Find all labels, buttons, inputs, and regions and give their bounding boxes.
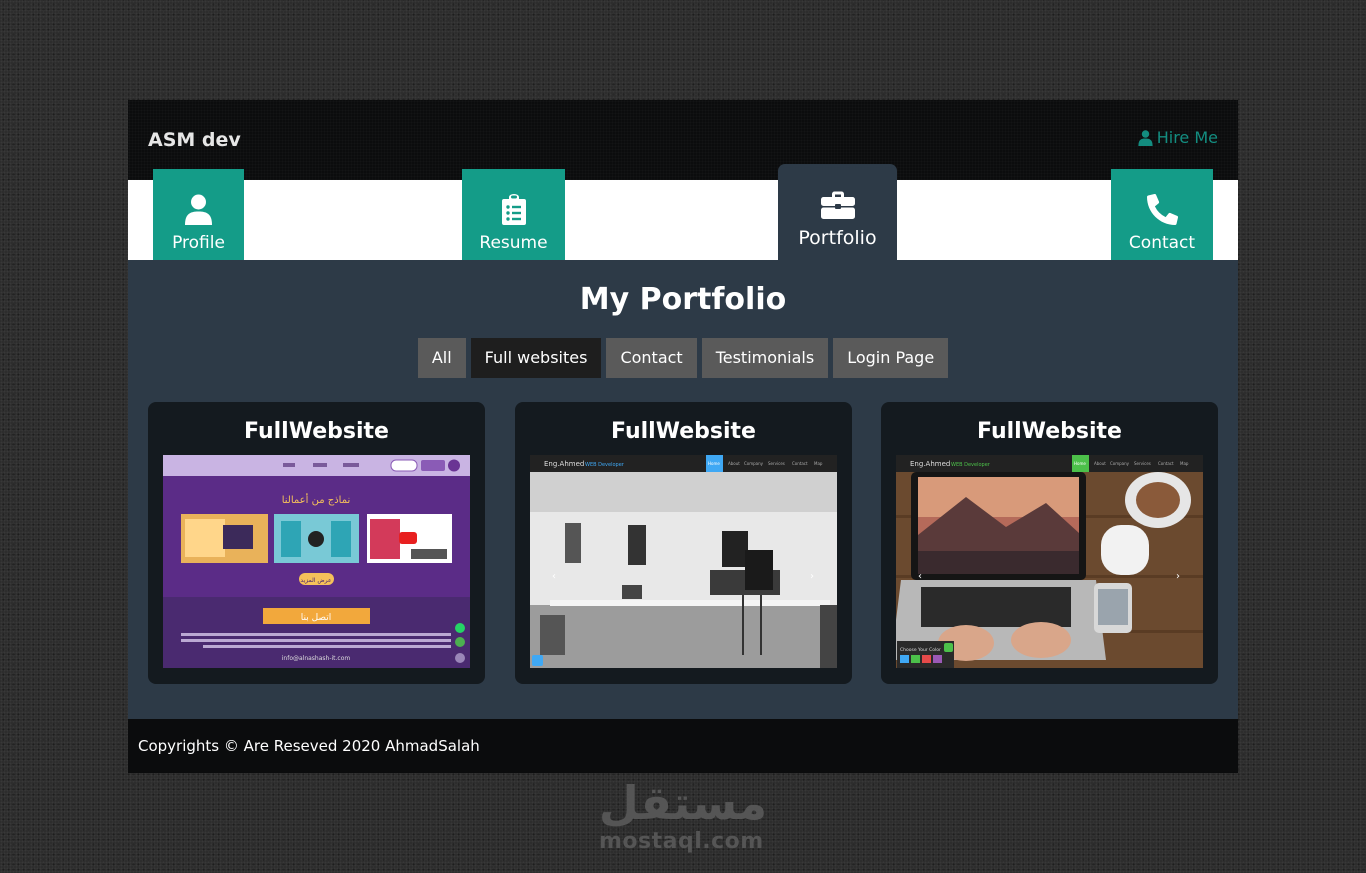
- user-icon: [185, 194, 212, 225]
- filter-testimonials[interactable]: Testimonials: [701, 338, 829, 378]
- preview-nav-company: Company: [1110, 461, 1130, 466]
- preview-nav-about: About: [1094, 461, 1106, 466]
- filter-full-websites[interactable]: Full websites: [470, 338, 602, 378]
- nav-tab-contact[interactable]: Contact: [1111, 169, 1213, 271]
- mostaql-logo: مستقل: [601, 777, 766, 827]
- preview-nav-contact: Contact: [1158, 461, 1174, 466]
- portfolio-card[interactable]: FullWebsite نماذج من أعمالنا عرض المزيد …: [148, 402, 485, 684]
- mostaql-watermark: مستقل mostaql.com: [583, 773, 783, 863]
- filter-login-page[interactable]: Login Page: [833, 338, 949, 378]
- preview-more: عرض المزيد: [300, 577, 331, 584]
- header: ASM dev Hire Me: [128, 100, 1238, 180]
- filter-bar: All Full websites Contact Testimonials L…: [128, 338, 1238, 378]
- nav-tab-label: Contact: [1128, 233, 1196, 253]
- preview-heading: نماذج من أعمالنا: [282, 493, 351, 506]
- main-nav: Profile Resume Portfolio Contact: [128, 164, 1238, 271]
- carousel-next-icon[interactable]: ›: [810, 571, 814, 582]
- preview-nav-services: Services: [1134, 461, 1151, 466]
- project-thumbnail[interactable]: Eng.Ahmed WEB Developer Home About Compa…: [530, 455, 837, 668]
- preview-brand-sub: WEB Developer: [585, 462, 625, 468]
- preview-brand: Eng.Ahmed: [910, 460, 950, 468]
- project-thumbnail[interactable]: Eng.Ahmed WEB Developer Home About Compa…: [896, 455, 1203, 668]
- project-thumbnail[interactable]: نماذج من أعمالنا عرض المزيد اتصل بنا inf…: [163, 455, 470, 668]
- project-screenshot: Eng.Ahmed WEB Developer Home About Compa…: [530, 455, 837, 668]
- filter-all[interactable]: All: [417, 338, 466, 378]
- nav-tab-resume[interactable]: Resume: [462, 169, 565, 271]
- preview-nav-about: About: [728, 461, 740, 466]
- hire-me-link[interactable]: Hire Me: [1138, 128, 1218, 147]
- preview-nav-map: Map: [1180, 461, 1189, 466]
- project-screenshot: نماذج من أعمالنا عرض المزيد اتصل بنا inf…: [163, 455, 470, 668]
- nav-tab-profile[interactable]: Profile: [153, 169, 244, 271]
- portfolio-card[interactable]: FullWebsite Eng.Ahmed WEB Developer Home…: [881, 402, 1218, 684]
- clipboard-list-icon: [501, 194, 526, 225]
- preview-email: info@alnashash-it.com: [282, 655, 351, 662]
- preview-nav-contact: Contact: [792, 461, 808, 466]
- preview-color-box: Choose Your Color: [900, 647, 941, 653]
- phone-icon: [1146, 194, 1178, 225]
- carousel-prev-icon[interactable]: ‹: [552, 571, 556, 582]
- nav-tab-portfolio[interactable]: Portfolio: [778, 164, 897, 261]
- copyright-text: Copyrights © Are Reseved 2020 AhmadSalah: [138, 737, 480, 755]
- portfolio-section: My Portfolio All Full websites Contact T…: [128, 260, 1238, 719]
- carousel-next-icon[interactable]: ›: [1176, 571, 1180, 582]
- preview-nav-map: Map: [814, 461, 823, 466]
- card-title: FullWebsite: [611, 419, 756, 444]
- hire-me-label: Hire Me: [1156, 128, 1218, 147]
- watermark-latin: mostaql.com: [599, 829, 764, 854]
- preview-brand-sub: WEB Developer: [951, 462, 991, 468]
- watermark-arabic: مستقل: [601, 777, 766, 827]
- portfolio-card[interactable]: FullWebsite Eng.Ahmed WEB Developer Home…: [515, 402, 852, 684]
- preview-nav-home: Home: [1074, 461, 1086, 466]
- filter-contact[interactable]: Contact: [606, 338, 697, 378]
- briefcase-icon: [820, 191, 855, 219]
- preview-brand: Eng.Ahmed: [544, 460, 584, 468]
- preview-nav-services: Services: [768, 461, 785, 466]
- carousel-prev-icon[interactable]: ‹: [918, 571, 922, 582]
- nav-tab-label: Profile: [172, 233, 225, 253]
- card-title: FullWebsite: [244, 419, 389, 444]
- section-title: My Portfolio: [579, 282, 787, 317]
- brand-logo[interactable]: ASM dev: [148, 129, 241, 151]
- site-container: ASM dev Hire Me Profile Resume Portfolio…: [128, 100, 1238, 773]
- card-title: FullWebsite: [977, 419, 1122, 444]
- preview-nav-company: Company: [744, 461, 764, 466]
- preview-nav-home: Home: [708, 461, 720, 466]
- nav-tab-label: Portfolio: [798, 227, 877, 249]
- footer: Copyrights © Are Reseved 2020 AhmadSalah: [128, 719, 1238, 773]
- nav-tab-label: Resume: [479, 233, 548, 253]
- project-screenshot: Eng.Ahmed WEB Developer Home About Compa…: [896, 455, 1203, 668]
- user-icon: [1138, 129, 1153, 146]
- preview-cta: اتصل بنا: [301, 613, 331, 623]
